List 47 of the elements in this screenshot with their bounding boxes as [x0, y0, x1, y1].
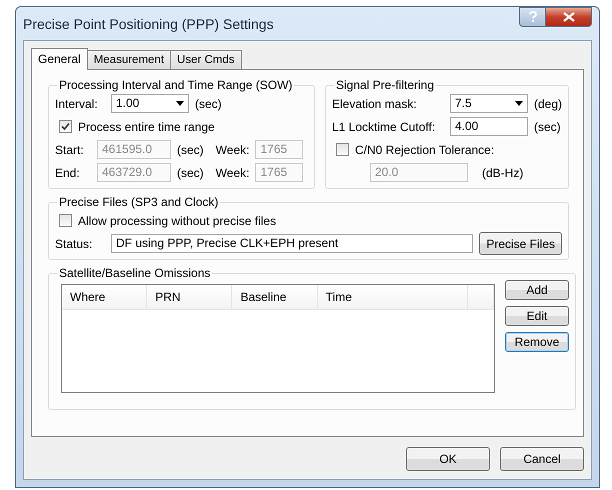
dialog-button[interactable]: Cancel [500, 447, 584, 471]
close-icon [562, 12, 574, 22]
help-button[interactable] [519, 7, 546, 27]
unit-label: (sec) [177, 166, 204, 180]
unit-label: (deg) [534, 96, 562, 110]
field-label: Start: [55, 142, 85, 156]
field-label: End: [55, 166, 81, 180]
help-icon [528, 11, 538, 23]
column-header[interactable]: PRN [147, 285, 232, 309]
list-action-button[interactable]: Add [505, 280, 569, 300]
column-header[interactable]: Baseline [232, 285, 318, 309]
checkbox-label: Allow processing without precise files [78, 214, 276, 228]
close-button[interactable] [546, 7, 592, 27]
input-field[interactable]: 4.00 [450, 117, 528, 136]
checkbox-label: C/N0 Rejection Tolerance: [354, 142, 494, 156]
checkbox[interactable] [59, 120, 72, 133]
checkbox-label: Process entire time range [78, 120, 215, 134]
unit-label: (sec) [534, 120, 561, 134]
unit-label: (sec) [177, 142, 204, 156]
interval-dropdown[interactable]: 1.00 [111, 94, 189, 113]
group-title: Satellite/Baseline Omissions [58, 266, 212, 280]
field-label: Week: [216, 166, 250, 180]
column-header[interactable]: Where [62, 285, 148, 309]
caret-icon [514, 101, 523, 106]
list-action-button[interactable]: Remove [505, 332, 569, 352]
field-label: Elevation mask: [332, 96, 418, 110]
field-label: Interval: [55, 96, 99, 110]
group-title: Signal Pre-filtering [334, 78, 436, 92]
elevation-dropdown[interactable]: 7.5 [450, 94, 528, 113]
group-title: Processing Interval and Time Range (SOW) [58, 78, 294, 92]
field-label: Status: [55, 236, 94, 250]
tab[interactable]: User Cmds [170, 50, 242, 69]
window-title: Precise Point Positioning (PPP) Settings [23, 16, 274, 32]
unit-label: (sec) [195, 96, 222, 110]
field-label: L1 Locktime Cutoff: [332, 120, 436, 134]
checkbox[interactable] [59, 214, 72, 227]
group-title: Precise Files (SP3 and Clock) [58, 195, 220, 209]
column-header[interactable]: Time [318, 285, 468, 309]
dialog-button[interactable]: OK [406, 447, 490, 471]
caret-icon [176, 101, 184, 106]
tab[interactable]: Measurement [86, 50, 172, 69]
list-action-button[interactable]: Edit [505, 306, 569, 326]
unit-label: (dB-Hz) [482, 166, 524, 180]
status-field: DF using PPP, Precise CLK+EPH present [111, 234, 474, 253]
precise-files-button[interactable]: Precise Files [479, 232, 562, 255]
field-label: Week: [216, 142, 250, 156]
tab[interactable]: General [31, 48, 88, 70]
